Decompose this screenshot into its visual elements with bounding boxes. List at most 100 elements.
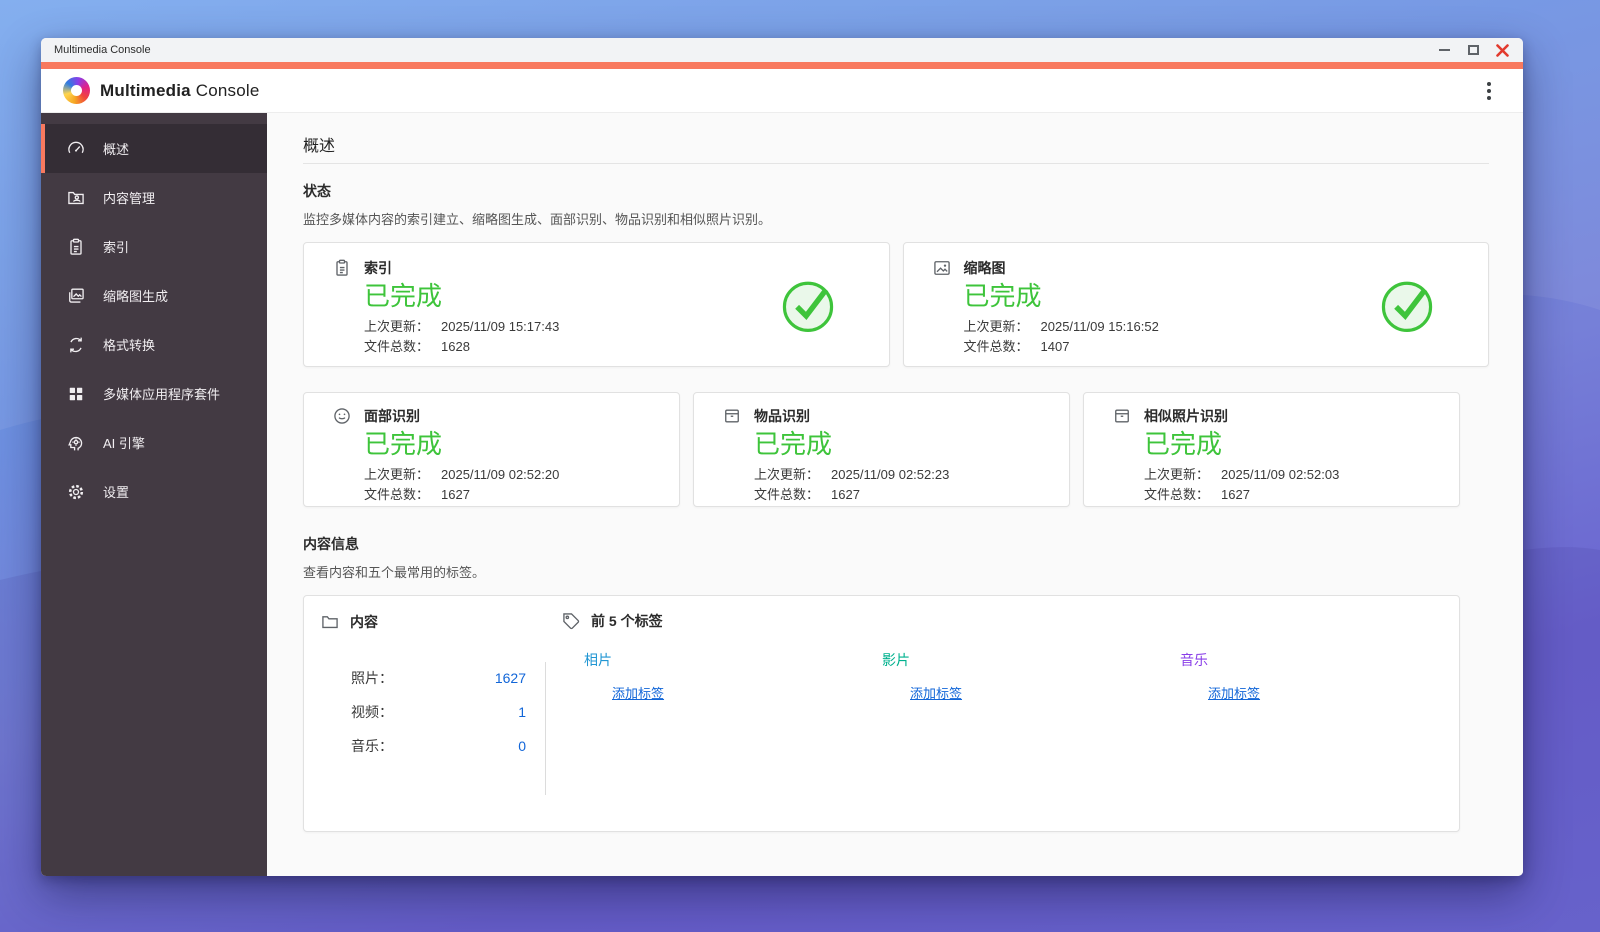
tag-groups: 相片 添加标签 影片 添加标签 音乐 添加标签 [566,642,1460,703]
app-header: Multimedia Console [41,69,1523,113]
window-controls [1436,42,1510,58]
updated-value: 2025/11/09 15:16:52 [1041,319,1159,334]
updated-label: 上次更新： [1144,467,1209,482]
status-text: 已完成 [364,428,655,460]
card-title: 缩略图 [964,258,1006,278]
gauge-icon [66,139,86,159]
window-title: Multimedia Console [54,44,1436,56]
updated-label: 上次更新： [364,467,429,482]
accent-bar [41,62,1523,69]
top-tags-header: 前 5 个标签 [561,611,663,631]
stat-row-videos: 视频： 1 [351,702,526,722]
updated-value: 2025/11/09 02:52:23 [831,467,949,482]
maximize-button[interactable] [1465,42,1481,58]
page-title: 概述 [303,137,1489,157]
sidebar-item-ai-engine[interactable]: AI 引擎 [41,418,267,467]
status-card-index: 索引 已完成 上次更新：2025/11/09 15:17:43 文件总数：162… [303,242,890,367]
status-section-description: 监控多媒体内容的索引建立、缩略图生成、面部识别、物品识别和相似照片识别。 [303,209,1489,228]
status-cards-row-1: 索引 已完成 上次更新：2025/11/09 15:17:43 文件总数：162… [303,242,1489,367]
thumbnails-icon [66,286,86,306]
minimize-icon [1439,49,1450,51]
total-value: 1627 [441,487,470,502]
status-section-heading: 状态 [303,181,1489,201]
app-title: Multimedia Console [100,81,260,101]
total-value: 1627 [831,487,860,502]
total-value: 1407 [1041,339,1070,354]
close-icon [1496,44,1509,57]
vertical-divider [545,662,546,795]
status-cards-row-2: 面部识别 已完成 上次更新： 2025/11/09 02:52:20 文件总数： 1… [303,392,1489,507]
updated-value: 2025/11/09 02:52:20 [441,467,559,482]
content-folder-icon [66,188,86,208]
card-title: 物品识别 [754,406,810,426]
sidebar-item-settings[interactable]: 设置 [41,467,267,516]
gear-icon [66,482,86,502]
stat-row-music: 音乐： 0 [351,736,526,756]
similar-box-icon [1112,406,1132,426]
sidebar: 概述 内容管理 索引 缩略图生成 格式转换 多媒体应用程序套件 [41,113,267,876]
content-stats: 照片： 1627 视频： 1 音乐： 0 [351,668,526,770]
main-content: 概述 状态 监控多媒体内容的索引建立、缩略图生成、面部识别、物品识别和相似照片识… [267,113,1523,876]
status-text: 已完成 [1144,428,1435,460]
updated-value: 2025/11/09 02:52:03 [1221,467,1339,482]
tag-icon [561,611,581,631]
total-value: 1627 [1221,487,1250,502]
updated-label: 上次更新： [964,319,1029,334]
add-tag-link[interactable]: 添加标签 [612,683,664,702]
tag-group-name: 音乐 [1180,650,1460,670]
total-label: 文件总数： [964,339,1029,354]
tag-group-photos: 相片 添加标签 [566,642,864,703]
check-circle-icon [779,276,837,334]
card-title: 面部识别 [364,406,420,426]
object-box-icon [722,406,742,426]
sidebar-item-thumbnail-generation[interactable]: 缩略图生成 [41,271,267,320]
content-info-heading: 内容信息 [303,534,1489,554]
card-title: 索引 [364,258,392,278]
total-label: 文件总数： [364,487,429,502]
status-card-similar-photo-recognition: 相似照片识别 已完成 上次更新： 2025/11/09 02:52:03 文件总数… [1083,392,1460,507]
apps-grid-icon [66,384,86,404]
total-label: 文件总数： [364,339,429,354]
status-text: 已完成 [754,428,1045,460]
sidebar-item-content-management[interactable]: 内容管理 [41,173,267,222]
convert-icon [66,335,86,355]
status-card-object-recognition: 物品识别 已完成 上次更新： 2025/11/09 02:52:23 文件总数： 1… [693,392,1070,507]
face-icon [332,406,352,426]
folder-icon [320,612,340,632]
minimize-button[interactable] [1436,42,1452,58]
total-label: 文件总数： [1144,487,1209,502]
kebab-menu-button[interactable] [1481,78,1497,104]
kebab-menu-icon [1487,82,1491,86]
window-titlebar: Multimedia Console [41,38,1523,62]
close-button[interactable] [1494,42,1510,58]
total-label: 文件总数： [754,487,819,502]
content-info-description: 查看内容和五个最常用的标签。 [303,562,1489,581]
card-title: 相似照片识别 [1144,406,1228,426]
status-card-thumbnail: 缩略图 已完成 上次更新：2025/11/09 15:16:52 文件总数：14… [903,242,1490,367]
clipboard-icon [332,258,352,278]
app-window: Multimedia Console Multimedia Console 概述 [41,38,1523,876]
ai-engine-icon [66,433,86,453]
desktop: { "titlebar": { "title": "Multimedia Con… [0,0,1600,932]
app-logo-icon [63,77,90,104]
add-tag-link[interactable]: 添加标签 [1208,683,1260,702]
sidebar-item-multimedia-app-suite[interactable]: 多媒体应用程序套件 [41,369,267,418]
updated-value: 2025/11/09 15:17:43 [441,319,559,334]
updated-label: 上次更新： [364,319,429,334]
tag-group-music: 音乐 添加标签 [1162,642,1460,703]
tag-group-videos: 影片 添加标签 [864,642,1162,703]
add-tag-link[interactable]: 添加标签 [910,683,962,702]
status-card-face-recognition: 面部识别 已完成 上次更新： 2025/11/09 02:52:20 文件总数： 1… [303,392,680,507]
check-circle-icon [1378,276,1436,334]
content-info-card: 内容 前 5 个标签 照片： 1627 视频： 1 音 [303,595,1460,832]
thumbnail-icon [932,258,952,278]
maximize-icon [1468,45,1479,55]
sidebar-item-index[interactable]: 索引 [41,222,267,271]
tag-group-name: 相片 [584,650,864,670]
stat-row-photos: 照片： 1627 [351,668,526,688]
clipboard-icon [66,237,86,257]
sidebar-item-format-conversion[interactable]: 格式转换 [41,320,267,369]
sidebar-item-overview[interactable]: 概述 [41,124,267,173]
updated-label: 上次更新： [754,467,819,482]
divider [303,163,1489,164]
